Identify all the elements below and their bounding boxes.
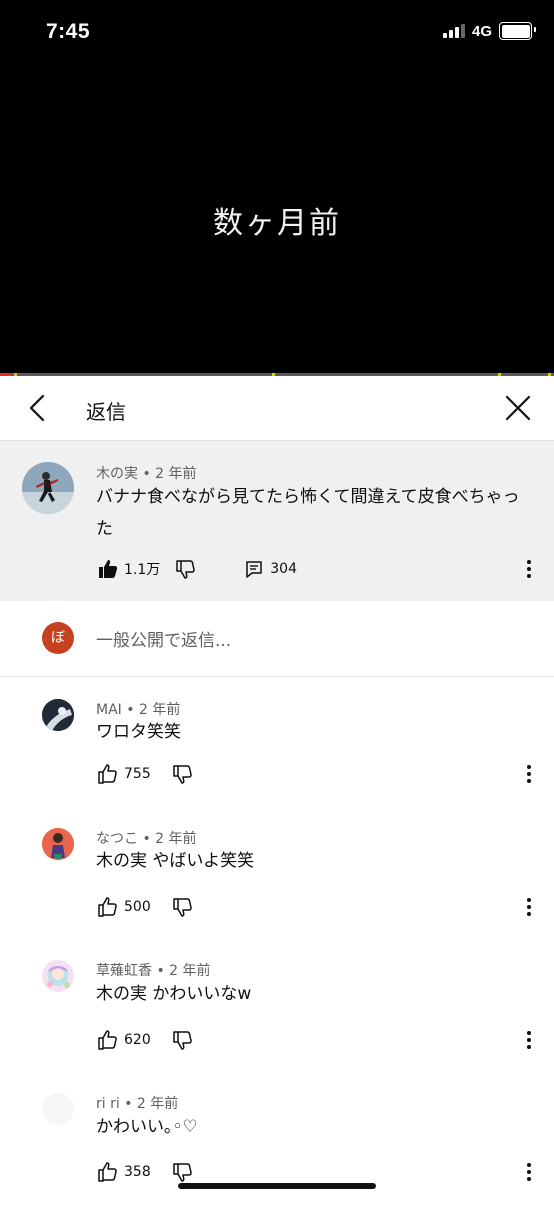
dislike-icon[interactable]	[176, 559, 196, 579]
reply-item: ri ri • 2 年前 かわいい｡◦♡ 358	[0, 1077, 554, 1209]
status-bar: 7:45 4G	[0, 0, 554, 70]
status-time: 7:45	[46, 20, 91, 43]
avatar[interactable]	[22, 462, 74, 514]
reply-item: 草薙虹香 • 2 年前 木の実 かわいいなw 620	[0, 944, 554, 1076]
meta-separator: •	[152, 963, 170, 979]
comment-meta: 木の実 • 2 年前	[96, 463, 197, 483]
like-icon-filled[interactable]	[98, 559, 118, 579]
reply-meta: 草薙虹香 • 2 年前	[96, 960, 211, 980]
reply-text: かわいい｡◦♡	[96, 1117, 198, 1137]
comment-actions: 1.1万 304	[98, 559, 297, 579]
meta-separator: •	[119, 1096, 137, 1112]
more-icon[interactable]	[526, 764, 532, 784]
like-icon[interactable]	[98, 1030, 118, 1050]
comment-time: 2 年前	[155, 466, 197, 482]
dislike-icon[interactable]	[172, 897, 193, 917]
video-caption: 数ヶ月前	[213, 206, 341, 241]
signal-icon	[442, 24, 465, 38]
reply-text: 木の実 かわいいなw	[96, 984, 252, 1004]
like-icon[interactable]	[98, 1162, 118, 1182]
like-count: 755	[124, 766, 151, 782]
reply-time: 2 年前	[136, 1096, 179, 1112]
avatar[interactable]	[42, 828, 74, 860]
like-count: 358	[124, 1164, 151, 1180]
avatar[interactable]	[42, 699, 74, 731]
network-label: 4G	[471, 22, 492, 40]
replies-header: 返信	[0, 376, 554, 441]
reply-actions: 755	[98, 764, 193, 784]
reply-item: MAI • 2 年前 ワロタ笑笑 755	[0, 678, 554, 810]
reply-compose: ぼ 一般公開で返信...	[0, 602, 554, 677]
like-count: 1.1万	[124, 562, 161, 578]
avatar[interactable]	[42, 1093, 74, 1125]
comment-text: バナナ食べながら見てたら怖くて間違えて皮食べちゃった	[96, 487, 520, 539]
reply-author[interactable]: ri ri	[96, 1096, 120, 1112]
more-icon[interactable]	[526, 1162, 532, 1182]
replies-title: 返信	[86, 400, 126, 424]
reply-author[interactable]: 草薙虹香	[96, 963, 152, 979]
reply-actions: 358	[98, 1162, 193, 1182]
comment-author[interactable]: 木の実	[96, 466, 138, 482]
reply-meta: ri ri • 2 年前	[96, 1093, 178, 1113]
reply-item: なつこ • 2 年前 木の実 やばいよ笑笑 500	[0, 811, 554, 943]
like-count: 500	[124, 899, 151, 915]
meta-separator: •	[138, 466, 156, 482]
more-icon[interactable]	[526, 897, 532, 917]
like-count: 620	[124, 1032, 151, 1048]
more-icon[interactable]	[526, 559, 532, 579]
reply-time: 2 年前	[169, 963, 211, 979]
reply-text: ワロタ笑笑	[96, 722, 181, 742]
like-icon[interactable]	[98, 764, 118, 784]
reply-text: 木の実 やばいよ笑笑	[96, 851, 255, 871]
dislike-icon[interactable]	[172, 764, 193, 784]
more-icon[interactable]	[526, 1030, 532, 1050]
user-avatar: ぼ	[42, 622, 74, 654]
video-player[interactable]: 数ヶ月前	[0, 70, 554, 373]
status-indicators: 4G	[442, 22, 536, 40]
back-icon[interactable]	[24, 393, 52, 423]
close-icon[interactable]	[504, 394, 532, 422]
like-icon[interactable]	[98, 897, 118, 917]
reply-actions: 620	[98, 1030, 193, 1050]
reply-actions: 500	[98, 897, 193, 917]
reply-input[interactable]: 一般公開で返信...	[96, 626, 231, 651]
dislike-icon[interactable]	[172, 1030, 193, 1050]
avatar[interactable]	[42, 960, 74, 992]
home-indicator[interactable]	[178, 1183, 376, 1189]
dislike-icon[interactable]	[172, 1162, 193, 1182]
parent-comment: 木の実 • 2 年前 バナナ食べながら見てたら怖くて間違えて皮食べちゃった 1.…	[0, 441, 554, 601]
reply-icon[interactable]	[244, 559, 264, 579]
reply-count: 304	[270, 561, 297, 577]
battery-icon	[499, 22, 536, 40]
